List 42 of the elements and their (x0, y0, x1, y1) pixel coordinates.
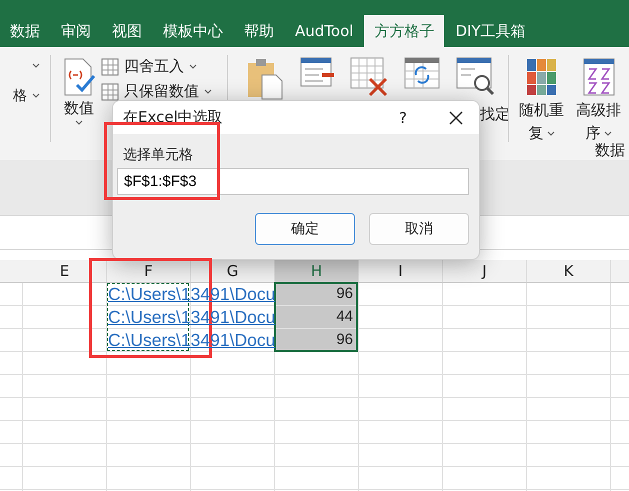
close-icon[interactable] (449, 110, 463, 124)
ribbon-tab[interactable]: 模板中心 (153, 15, 233, 47)
ribbon-tab[interactable]: DIY工具箱 (445, 15, 536, 47)
dialog-button[interactable]: 取消 (369, 213, 469, 245)
group-label: 数据 (595, 141, 625, 160)
color-blocks-icon (524, 57, 558, 97)
dialog-button[interactable]: 确定 (255, 213, 355, 245)
ribbon-label[interactable]: 格 (13, 87, 27, 105)
input-field[interactable]: $F$1:$F$3 (117, 168, 469, 195)
chevron-icon (546, 130, 554, 136)
grid-icon (101, 58, 119, 76)
chevron-icon[interactable] (32, 93, 40, 99)
ribbon-tab[interactable]: 审阅 (51, 15, 101, 47)
grid-swap-icon[interactable] (404, 57, 442, 91)
ribbon-tab[interactable]: 视图 (102, 15, 152, 47)
ribbon-tab[interactable]: 方方格子 (364, 15, 444, 47)
ribbon-button[interactable]: 随机重 复 (515, 47, 568, 143)
chevron-icon (75, 120, 83, 126)
help-button[interactable]: ? (399, 108, 407, 126)
column-header[interactable]: K (527, 260, 611, 282)
search-icon[interactable] (456, 57, 496, 97)
table-cell: 44 (274, 306, 357, 328)
column-header[interactable]: E (23, 260, 107, 282)
ribbon-tab[interactable]: 帮助 (234, 15, 284, 47)
ribbon-label[interactable]: 找定 (480, 105, 510, 124)
number-button[interactable]: 数值 (57, 47, 101, 160)
field-label: 选择单元格 (123, 146, 194, 164)
table-cell: 96 (274, 329, 357, 351)
ribbon-command[interactable]: 四舍五入 (101, 57, 221, 76)
column-header[interactable]: H (275, 260, 359, 282)
chevron-icon[interactable] (32, 63, 40, 69)
ribbon-tab[interactable]: 数据 (0, 15, 50, 47)
ribbon-tab[interactable]: AudTool (285, 15, 364, 47)
table-cell: 96 (274, 283, 357, 305)
ribbon-button[interactable]: 高级排 序 (572, 47, 625, 143)
sort-icon (582, 57, 616, 97)
chevron-icon (204, 88, 212, 94)
chevron-icon (604, 130, 612, 136)
grid-delete-icon[interactable] (350, 57, 390, 97)
column-header[interactable]: F (107, 260, 191, 282)
chevron-icon (189, 64, 197, 70)
form-icon[interactable] (300, 57, 336, 89)
